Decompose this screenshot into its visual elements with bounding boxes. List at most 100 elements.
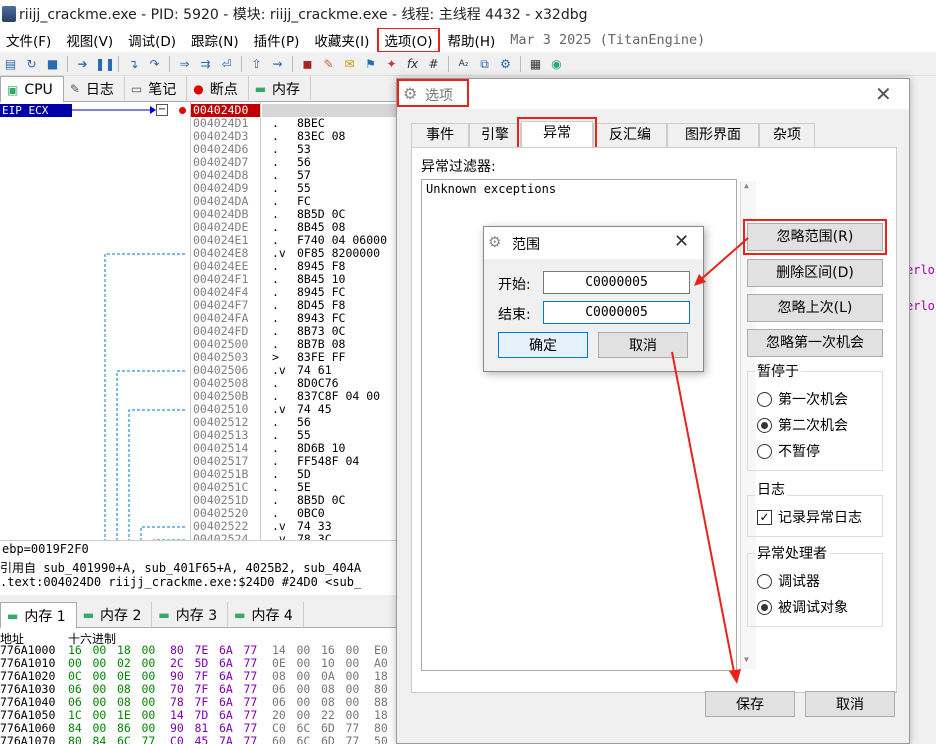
execute-till-icon[interactable]: ⇧ [248, 56, 265, 72]
scylla-icon[interactable]: ◼ [299, 56, 316, 72]
check-icon[interactable]: ✓ [757, 509, 772, 525]
dump-byte: 80 [68, 734, 82, 744]
current-row-highlight [262, 104, 400, 117]
dump-byte: 84 [92, 734, 107, 744]
close-icon[interactable]: ✕ [875, 82, 892, 106]
run-icon[interactable]: ➔ [74, 56, 91, 72]
exception-filter-label: 异常过滤器: [421, 159, 496, 175]
radio-circle[interactable] [757, 599, 772, 615]
patch-icon[interactable]: ✎ [320, 56, 337, 72]
restart-icon[interactable]: ↻ [23, 56, 40, 72]
labels-icon[interactable]: ⚑ [362, 56, 379, 72]
gear-icon: ⚙ [403, 84, 418, 103]
dump-tab-bar: ▬ 内存 1 ▬ 内存 2 ▬ 内存 3 ▬ 内存 4 [0, 602, 400, 628]
tab-misc[interactable]: 杂项 [759, 123, 815, 147]
pause-icon[interactable]: ❚❚ [95, 56, 115, 72]
open-icon[interactable]: ▤ [2, 56, 19, 72]
radio-first-chance[interactable]: 第一次机会 [757, 389, 848, 409]
menu-options[interactable]: 选项(O) [377, 28, 440, 52]
ignore-last-button[interactable]: 忽略上次(L) [747, 294, 883, 322]
step-over-icon[interactable]: ↷ [146, 56, 163, 72]
tab-dump-2[interactable]: ▬ 内存 2 [77, 602, 153, 628]
end-input[interactable]: C0000005 [543, 301, 690, 324]
options-dialog: ⚙ 选项 ✕ 事件 引擎 异常 反汇编 图形界面 杂项 异常过滤器: Unkno… [396, 78, 910, 744]
hash-icon[interactable]: # [425, 56, 442, 72]
radio-circle[interactable] [757, 573, 772, 589]
tab-memory[interactable]: ▬ 内存 [249, 76, 312, 102]
log-exceptions-checkbox[interactable]: ✓ 记录异常日志 [757, 507, 862, 527]
address-info-text: .text:004024D0 riijj_crackme.exe:$24D0 #… [0, 575, 362, 589]
run-to-return-icon[interactable]: ⏎ [218, 56, 235, 72]
list-item[interactable]: Unknown exceptions [426, 182, 556, 196]
radio-no-pause[interactable]: 不暂停 [757, 441, 820, 461]
user-icon[interactable]: ⚙ [497, 56, 514, 72]
close-icon[interactable]: ✕ [674, 231, 689, 252]
dump-byte: 77 [243, 734, 258, 744]
tab-breakpoints[interactable]: ● 断点 [187, 76, 249, 102]
menu-favourites[interactable]: 收藏夹(I) [308, 28, 375, 52]
scroll-up-icon[interactable]: ▲ [744, 181, 749, 190]
ignore-first-chance-button[interactable]: 忽略第一次机会 [747, 329, 883, 357]
save-button[interactable]: 保存 [705, 691, 795, 717]
references-text: 引用自 sub_401990+A, sub_401F65+A, 4025B2, … [0, 561, 362, 575]
tab-cpu[interactable]: ▣ CPU [0, 76, 64, 102]
radio-second-chance[interactable]: 第二次机会 [757, 415, 848, 435]
cancel-button[interactable]: 取消 [598, 332, 688, 358]
menu-view[interactable]: 视图(V) [60, 28, 119, 52]
strings-icon[interactable]: A₂ [455, 56, 472, 72]
scroll-down-icon[interactable]: ▼ [744, 655, 749, 664]
script-icon[interactable]: ⧉ [476, 56, 493, 72]
start-label: 开始: [498, 277, 531, 293]
radio-debuggee[interactable]: 被调试对象 [757, 597, 848, 617]
options-title-bar: ⚙ 选项 ✕ [397, 79, 909, 109]
functions-icon[interactable]: fx [404, 56, 421, 72]
tab-dump-3[interactable]: ▬ 内存 3 [152, 602, 229, 628]
current-instruction-address[interactable]: 004024D0 [190, 104, 260, 117]
calculator-icon[interactable]: ▦ [527, 56, 544, 72]
stop-icon[interactable]: ■ [44, 56, 61, 72]
radio-circle[interactable] [757, 443, 772, 459]
tab-log[interactable]: ✎ 日志 [64, 76, 125, 102]
delete-range-button[interactable]: 删除区间(D) [747, 259, 883, 287]
disasm-address: 00402524 [193, 532, 249, 541]
ignore-range-button[interactable]: 忽略范围(R) [743, 219, 887, 255]
radio-circle[interactable] [757, 417, 772, 433]
memory-icon: ▬ [234, 608, 246, 622]
tab-dump-1[interactable]: ▬ 内存 1 [0, 602, 77, 628]
options-title: 选项 [425, 88, 453, 104]
run-to-user-icon[interactable]: ⇝ [269, 56, 286, 72]
dump-byte: 77 [345, 734, 360, 744]
menu-file[interactable]: 文件(F) [0, 28, 57, 52]
tab-events[interactable]: 事件 [411, 123, 469, 147]
globe-icon[interactable]: ◉ [548, 56, 565, 72]
tab-engine[interactable]: 引擎 [469, 123, 521, 147]
radio-debugger[interactable]: 调试器 [757, 571, 820, 591]
step-into-icon[interactable]: ↴ [125, 56, 142, 72]
menu-debug[interactable]: 调试(D) [122, 28, 182, 52]
dump-address: 776A1070 [0, 734, 56, 744]
trace-over-icon[interactable]: ⇉ [197, 56, 214, 72]
column-divider [190, 102, 191, 540]
bookmarks-icon[interactable]: ✦ [383, 56, 400, 72]
start-input[interactable]: C0000005 [543, 271, 690, 294]
menu-bar: 文件(F) 视图(V) 调试(D) 跟踪(N) 插件(P) 收藏夹(I) 选项(… [0, 28, 936, 52]
memory-icon: ▬ [254, 82, 267, 96]
window-title-bar: riijj_crackme.exe - PID: 5920 - 模块: riij… [0, 0, 936, 28]
cancel-button[interactable]: 取消 [805, 691, 895, 717]
memory-dump-view[interactable]: 地址 十六进制 776A1000 16 00 18 00 80 7E 6A 77 14 00 16 00… [0, 628, 400, 744]
tab-gui[interactable]: 图形界面 [667, 123, 759, 147]
menu-trace[interactable]: 跟踪(N) [185, 28, 245, 52]
ok-button[interactable]: 确定 [498, 332, 588, 358]
build-info: Mar 3 2025 (TitanEngine) [510, 32, 706, 48]
comments-icon[interactable]: ✉ [341, 56, 358, 72]
radio-circle[interactable] [757, 391, 772, 407]
menu-plugins[interactable]: 插件(P) [248, 28, 306, 52]
trace-into-icon[interactable]: ⇒ [176, 56, 193, 72]
tab-notes[interactable]: ▭ 笔记 [125, 76, 188, 102]
menu-help[interactable]: 帮助(H) [442, 28, 502, 52]
tab-dump-4[interactable]: ▬ 内存 4 [228, 602, 304, 628]
tab-disassembly[interactable]: 反汇编 [593, 123, 667, 147]
breakpoint-icon: ● [193, 82, 204, 96]
log-icon: ✎ [69, 82, 80, 96]
options-tab-bar: 事件 引擎 异常 反汇编 图形界面 杂项 [411, 117, 815, 149]
